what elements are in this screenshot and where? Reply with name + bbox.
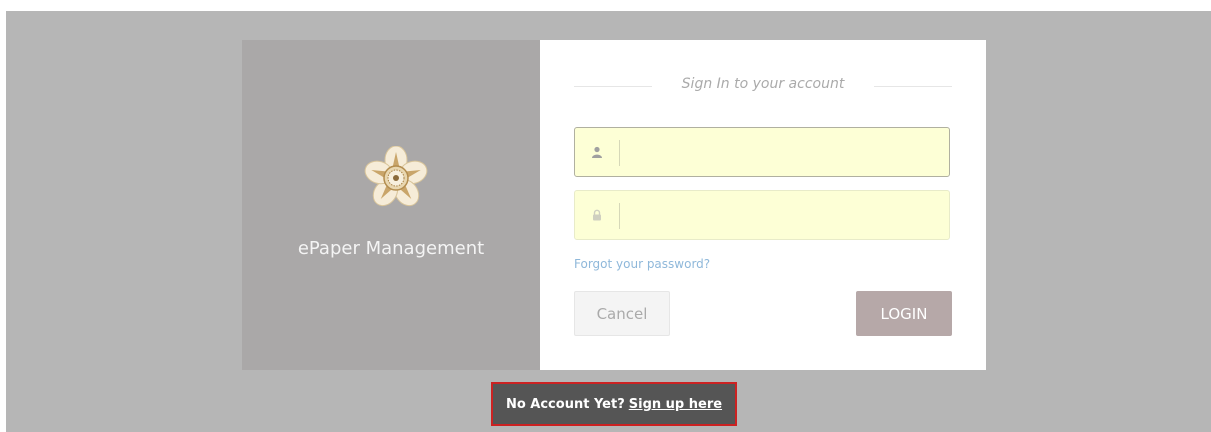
username-input[interactable] (625, 134, 947, 172)
login-button[interactable]: LOGIN (856, 291, 952, 336)
signup-link[interactable]: Sign up here (629, 397, 722, 412)
user-icon (592, 146, 602, 158)
password-input[interactable] (625, 197, 947, 235)
lock-icon (593, 209, 601, 221)
gadjah-mada-emblem-icon (364, 146, 428, 207)
signin-heading: Sign In to your account (574, 76, 952, 96)
login-panel: Sign In to your account Forgot your pass… (540, 40, 986, 370)
password-separator (619, 203, 620, 229)
password-field[interactable] (574, 190, 950, 240)
username-separator (619, 140, 620, 166)
forgot-password-link[interactable]: Forgot your password? (574, 257, 710, 271)
signup-prompt: No Account Yet? Sign up here (491, 382, 737, 426)
brand-panel: ePaper Management (242, 40, 540, 370)
brand-title: ePaper Management (297, 238, 485, 259)
username-field[interactable] (574, 127, 950, 177)
signin-heading-text: Sign In to your account (681, 76, 845, 92)
cancel-button[interactable]: Cancel (574, 291, 670, 336)
heading-divider-right (874, 86, 952, 87)
signup-prompt-text: No Account Yet? (505, 396, 625, 412)
